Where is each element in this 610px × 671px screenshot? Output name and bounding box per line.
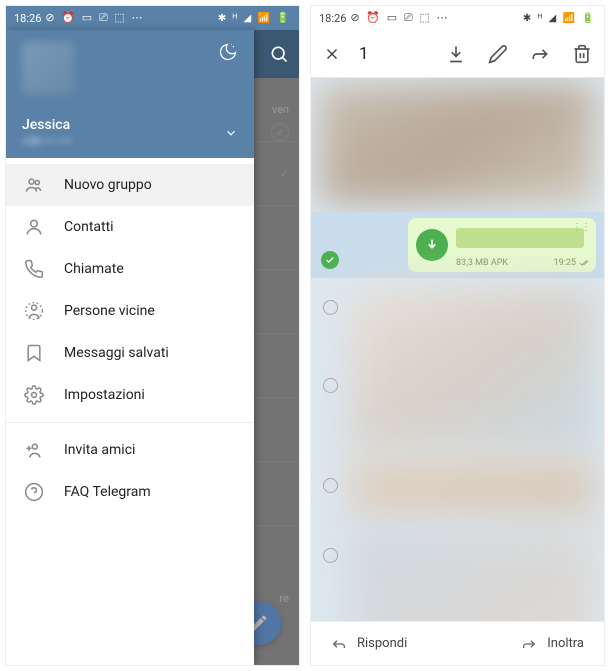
chat-row[interactable]: ✓ [254,142,299,206]
status-icons-right: ✱ ᴴ ◢ 📶 🔋 [218,13,291,24]
selected-check-icon [321,251,339,269]
chat-row[interactable] [254,270,299,334]
drawer-header: Jessica +39 ••• •••• [6,30,254,158]
pinned-icon [271,123,289,141]
download-icon[interactable] [446,44,466,64]
search-icon[interactable] [269,44,289,64]
menu-faq[interactable]: FAQ Telegram [6,471,254,513]
menu-nearby[interactable]: Persone vicine [6,290,254,332]
trash-icon[interactable] [572,44,592,64]
person-icon [22,215,46,239]
message-image[interactable] [319,84,596,204]
status-time: 18:26 [319,12,346,25]
status-icons-left: ⊘ ⏰ ▭ ⎚ ⬚ ⋯ [350,11,449,25]
group-icon [22,173,46,197]
bottom-action-bar: Rispondi Inoltra [311,621,604,665]
avatar[interactable] [22,42,74,94]
gear-icon [22,383,46,407]
username: Jessica [22,117,72,133]
message-image[interactable] [349,288,596,448]
menu-contacts[interactable]: Contatti [6,206,254,248]
menu-saved[interactable]: Messaggi salvati [6,332,254,374]
forward-arrow-icon[interactable] [530,44,550,64]
status-bar: 18:26 ⊘ ⏰ ▭ ⎚ ⬚ ⋯ ✱ ᴴ ◢ 📶 🔋 [311,6,604,30]
add-person-icon [22,438,46,462]
chat-row[interactable] [254,398,299,462]
file-download-icon[interactable] [416,229,448,261]
night-mode-icon[interactable] [218,42,238,62]
status-icons-right: ✱ ᴴ ◢ 📶 🔋 [523,13,596,24]
chat-row[interactable] [254,206,299,270]
file-name-bar [456,228,584,248]
select-circle[interactable] [323,378,338,393]
edit-icon[interactable] [488,44,508,64]
reply-button[interactable]: Rispondi [331,636,407,652]
file-size: 83,3 MB APK [456,258,508,268]
menu-calls[interactable]: Chiamate [6,248,254,290]
chat-row[interactable] [254,334,299,398]
chat-list-behind: ven ✓ re [254,30,299,665]
menu-new-group[interactable]: Nuovo gruppo [6,164,254,206]
status-bar: 18:26 ⊘ ⏰ ▭ ⎚ ⬚ ⋯ ✱ ᴴ ◢ 📶 🔋 [6,6,299,30]
message-image[interactable] [349,458,596,518]
message-image[interactable] [349,528,596,621]
chat-row[interactable] [254,462,299,526]
file-message-bubble[interactable]: ⋮⋮ 83,3 MB APK 19:25 [408,218,596,272]
selection-toolbar: 1 [311,30,604,78]
select-circle[interactable] [323,300,338,315]
chevron-down-icon [224,126,238,140]
selected-message-row[interactable]: ⋮⋮ 83,3 MB APK 19:25 [311,212,604,278]
close-icon[interactable] [323,45,341,63]
reply-icon [331,636,347,652]
app-header [254,30,299,78]
menu-invite[interactable]: Invita amici [6,429,254,471]
selection-count: 1 [359,44,369,64]
forward-button[interactable]: Inoltra [521,636,584,652]
status-time: 18:26 [14,12,41,25]
navigation-drawer: Jessica +39 ••• •••• Nuovo gruppo Contat… [6,30,254,665]
select-circle[interactable] [323,548,338,563]
select-circle[interactable] [323,478,338,493]
help-icon [22,480,46,504]
phone-icon [22,257,46,281]
status-icons-left: ⊘ ⏰ ▭ ⎚ ⬚ ⋯ [45,11,144,25]
menu-settings[interactable]: Impostazioni [6,374,254,416]
chat-area[interactable]: ⋮⋮ 83,3 MB APK 19:25 [311,78,604,621]
divider [6,422,254,423]
forward-icon [521,636,537,652]
bookmark-icon [22,341,46,365]
more-dots-icon: ⋮⋮ [572,222,590,233]
phone-number: +39 ••• •••• [22,135,72,148]
account-switcher[interactable]: Jessica +39 ••• •••• [22,117,238,148]
nearby-icon [22,299,46,323]
message-time: 19:25 [554,258,590,268]
